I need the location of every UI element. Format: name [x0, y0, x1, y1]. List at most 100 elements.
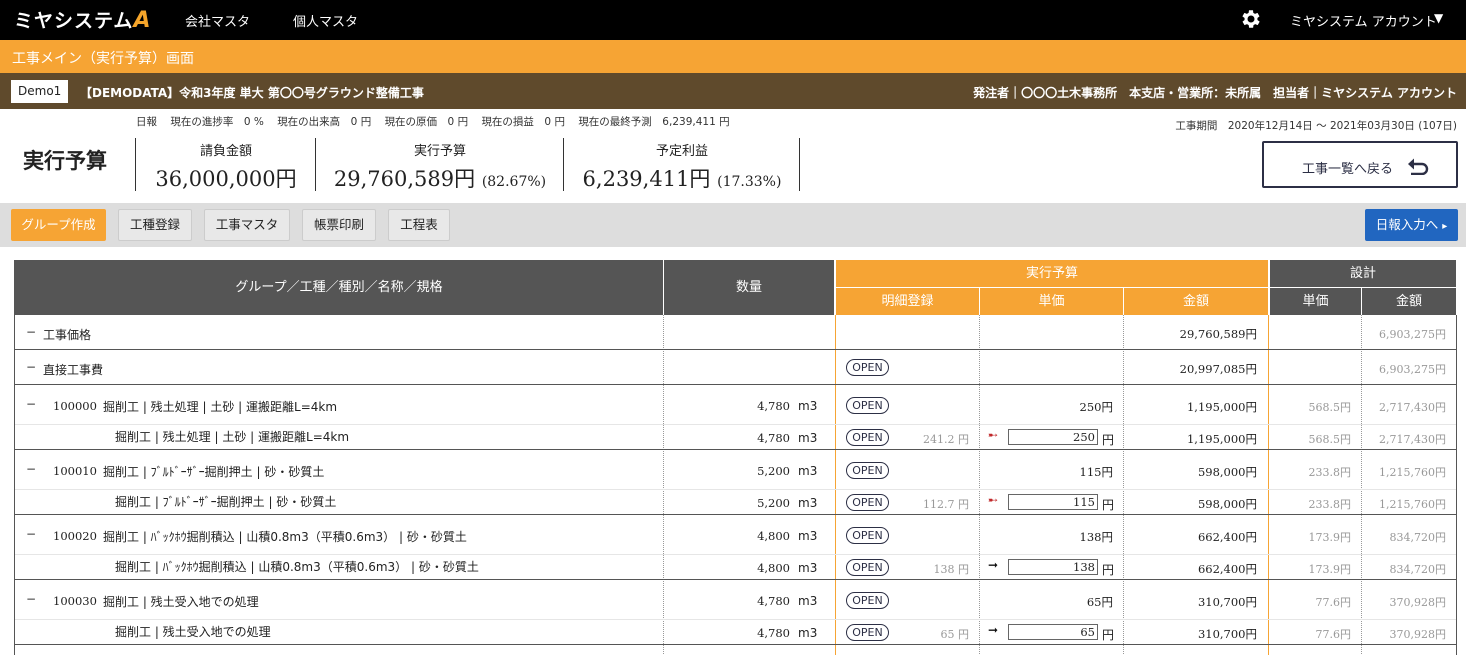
detail-qty: 4,800	[757, 561, 790, 575]
unit-price-input[interactable]: 138	[1008, 559, 1098, 575]
row-unit-price: 250円	[1079, 400, 1113, 414]
detail-design-amount: 2,717,430円	[1379, 433, 1446, 446]
collapse-icon[interactable]: −	[26, 592, 36, 606]
detail-unit: m3	[798, 561, 818, 575]
detail-design-amount: 370,928円	[1389, 628, 1447, 641]
arrow-right-icon: ➞	[988, 623, 999, 637]
detail-amount: 1,195,000円	[1186, 432, 1257, 446]
detail-design-unit-price: 568.5円	[1308, 433, 1352, 446]
row-amount: 1,195,000円	[1186, 400, 1257, 414]
summary-item: 日報	[136, 116, 157, 128]
chevron-down-icon[interactable]: ▼	[1434, 11, 1443, 25]
detail-name: 掘削工 | 残土受入地での処理	[115, 625, 271, 639]
detail-amount: 310,700円	[1197, 627, 1257, 641]
row-divider	[15, 384, 1456, 385]
row-divider	[15, 514, 1456, 515]
sub-row-divider	[15, 489, 1456, 490]
row-code: 100030	[53, 594, 97, 608]
row-design-amount: 6,903,275円	[1379, 328, 1446, 341]
col-divider	[663, 315, 664, 655]
collapse-icon[interactable]: −	[26, 397, 36, 411]
schedule-button[interactable]: 工程表	[388, 209, 450, 241]
exec-budget-label: 実行予算	[413, 144, 466, 159]
row-amount: 29,760,589円	[1179, 327, 1257, 341]
gear-icon[interactable]	[1239, 7, 1263, 31]
open-detail-button[interactable]: OPEN	[846, 494, 889, 511]
collapse-icon[interactable]: −	[26, 462, 36, 476]
work-master-button[interactable]: 工事マスタ	[204, 209, 290, 241]
project-name: 【DEMODATA】令和3年度 単大 第〇〇号グラウンド整備工事	[80, 86, 424, 100]
project-info-bar: Demo1 【DEMODATA】令和3年度 単大 第〇〇号グラウンド整備工事 発…	[0, 73, 1466, 109]
detail-qty: 4,780	[757, 431, 790, 445]
row-design-unit-price: 233.8円	[1308, 466, 1352, 479]
summary-item: 現在の原価 0 円	[384, 116, 469, 128]
project-meta: 発注者｜〇〇〇土木事務所 本支店・営業所：未所属 担当者｜ミヤシステム アカウン…	[973, 86, 1457, 100]
row-unit: m3	[798, 464, 818, 478]
open-detail-button[interactable]: OPEN	[846, 559, 889, 576]
row-design-amount: 2,717,430円	[1379, 401, 1446, 414]
nav-company-master[interactable]: 会社マスタ	[185, 11, 250, 30]
row-unit: m3	[798, 594, 818, 608]
contract-amount-label: 請負金額	[199, 144, 252, 159]
open-detail-button[interactable]: OPEN	[846, 462, 889, 479]
row-code: 100020	[53, 529, 97, 543]
col-header-amount: 金額	[1124, 288, 1268, 315]
demo-badge: Demo1	[11, 80, 69, 103]
print-forms-button[interactable]: 帳票印刷	[302, 209, 376, 241]
detail-qty: 5,200	[757, 496, 790, 510]
exec-budget-pct: (82.67%)	[481, 174, 547, 190]
col-header-design-unit-price: 単価	[1270, 288, 1361, 315]
unit-price-input[interactable]: 250	[1008, 429, 1098, 445]
detail-design-unit-price: 173.9円	[1308, 563, 1352, 576]
yen-label: 円	[1102, 628, 1115, 642]
row-amount: 310,700円	[1197, 595, 1257, 609]
col-header-unit-price: 単価	[980, 288, 1123, 315]
open-detail-button[interactable]: OPEN	[846, 359, 889, 376]
detail-unit: m3	[798, 496, 818, 510]
collapse-icon[interactable]: −	[26, 527, 36, 541]
row-design-unit-price: 173.9円	[1308, 531, 1352, 544]
back-to-projects-button[interactable]: 工事一覧へ戻る	[1262, 141, 1458, 188]
col-header-qty: 数量	[664, 260, 834, 315]
detail-name: 掘削工 | ﾌﾞﾙﾄﾞｰｻﾞｰ掘削押土 | 砂・砂質土	[115, 495, 337, 509]
nav-personal-master[interactable]: 個人マスタ	[293, 11, 358, 30]
logo-text: ミヤシステム	[14, 10, 134, 32]
arrow-right-icon: ➸	[988, 493, 999, 507]
row-divider	[15, 644, 1456, 645]
account-menu[interactable]: ミヤシステム アカウント	[1290, 11, 1437, 30]
planned-profit-pct: (17.33%)	[717, 174, 782, 190]
col-header-design-amount: 金額	[1362, 288, 1456, 315]
open-detail-button[interactable]: OPEN	[846, 527, 889, 544]
col-header-design: 設計	[1270, 260, 1456, 287]
summary-item: 現在の出来高 0 円	[277, 116, 372, 128]
row-unit-price: 65円	[1086, 595, 1113, 609]
sub-row-divider	[15, 424, 1456, 425]
sub-row-divider	[15, 619, 1456, 620]
row-unit-price: 138円	[1079, 530, 1113, 544]
register-work-type-button[interactable]: 工種登録	[118, 209, 192, 241]
daily-report-button[interactable]: 日報入力へ ▸	[1365, 209, 1458, 241]
row-amount: 20,997,085円	[1179, 362, 1257, 376]
open-detail-button[interactable]: OPEN	[846, 397, 889, 414]
logo-mark: A	[133, 8, 152, 33]
app-logo[interactable]: ミヤシステムA	[14, 6, 151, 33]
exec-budget-value: 29,760,589円 (82.67%)	[333, 167, 547, 191]
row-design-unit-price: 77.6円	[1315, 596, 1352, 609]
row-code: 100010	[53, 464, 97, 478]
collapse-icon[interactable]: −	[26, 325, 36, 339]
row-name: 工事価格	[43, 328, 92, 342]
row-unit: m3	[798, 529, 818, 543]
yen-label: 円	[1102, 563, 1115, 577]
unit-price-input[interactable]: 65	[1008, 624, 1098, 640]
create-group-button[interactable]: グループ作成	[11, 209, 106, 241]
open-detail-button[interactable]: OPEN	[846, 624, 889, 641]
collapse-icon[interactable]: −	[26, 360, 36, 374]
unit-price-input[interactable]: 115	[1008, 494, 1098, 510]
planned-profit-value: 6,239,411円 (17.33%)	[582, 167, 782, 191]
detail-design-unit-price: 233.8円	[1308, 498, 1352, 511]
open-detail-button[interactable]: OPEN	[846, 592, 889, 609]
summary-item: 現在の損益 0 円	[481, 116, 565, 128]
progress-summary: 日報 現在の進捗率 0 % 現在の出来高 0 円 現在の原価 0 円 現在の損益…	[136, 114, 740, 129]
open-detail-button[interactable]: OPEN	[846, 429, 889, 446]
row-name: 掘削工 | 残土受入地での処理	[103, 595, 259, 609]
